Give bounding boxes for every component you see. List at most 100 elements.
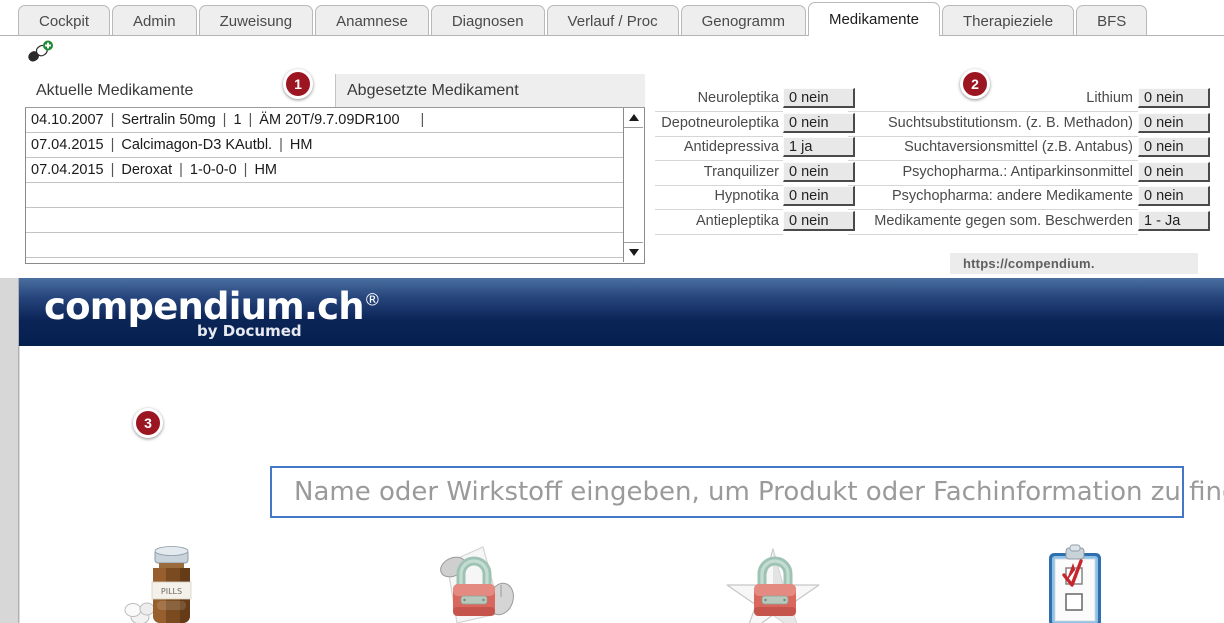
compendium-header: compendium.ch® by Documed [19,278,1224,346]
field-value[interactable]: 0 nein [783,161,855,182]
field-separator: | [110,137,115,153]
field-row: Lithium 0 nein [848,88,1210,113]
medication-row[interactable] [26,183,644,208]
main-tab-admin[interactable]: Admin [112,5,197,36]
field-row: Suchtaversionsmittel (z.B. Antabus) 0 nei… [848,137,1210,162]
triangle-down-icon [628,249,639,256]
field-row: Medikamente gegen som. Beschwerden 1 - Ja [848,210,1210,236]
field-value[interactable]: 0 nein [1138,137,1210,157]
annotation-badge-3: 3 [133,408,163,438]
field-value[interactable]: 1 ja [783,137,855,157]
field-label: Suchtaversionsmittel (z.B. Antabus) [848,137,1138,161]
search-placeholder: Name oder Wirkstoff eingeben, um Produkt… [294,477,1224,507]
shortcut-favoriten[interactable]: Favoriten [622,541,923,623]
medication-row[interactable]: 07.04.2015 | Deroxat | 1-0-0-0 | HM [26,158,644,183]
svg-text:PILLS: PILLS [160,587,181,596]
field-value[interactable]: 0 nein [783,210,855,231]
field-label: Antidepressiva [655,137,783,161]
field-separator [400,112,414,128]
main-tab-anamnese[interactable]: Anamnese [315,5,429,36]
scroll-down-button[interactable] [624,242,643,262]
tab-label: Abgesetzte Medikament [347,82,519,99]
main-tab-cockpit[interactable]: Cockpit [18,5,111,36]
compendium-browser-pane: compendium.ch® by Documed Name oder Wirk… [19,278,1224,623]
field-separator: | [248,112,253,128]
medication-name: Sertralin 50mg [121,112,216,128]
fields-column-right: Lithium 0 nein Suchtsubstitutionsm. (z. B.… [848,88,1210,235]
main-tab-diagnosen[interactable]: Diagnosen [430,5,545,36]
main-tab-medikamente[interactable]: Medikamente [807,2,941,36]
browser-left-gutter [0,278,19,623]
triangle-up-icon [628,114,639,121]
main-tab-genogramm[interactable]: Genogramm [680,5,806,36]
field-row: Depotneuroleptika 0 nein [655,112,855,138]
pill-plus-icon[interactable] [24,40,54,64]
clipboard-checklist-icon [1019,541,1129,623]
field-label: Suchtsubstitutionsm. (z. B. Methadon) [848,113,1138,137]
field-value[interactable]: 0 nein [1138,88,1210,108]
field-label: Medikamente gegen som. Beschwerden [848,211,1138,235]
medication-dose: 1 [233,112,242,128]
tab-abgesetzte-medikamente[interactable]: Abgesetzte Medikament [335,74,645,107]
field-value[interactable]: 0 nein [1138,161,1210,182]
main-tab-zuweisung[interactable]: Zuweisung [198,5,314,36]
field-value[interactable]: 0 nein [1138,186,1210,206]
field-value[interactable]: 0 nein [783,112,855,133]
medication-list[interactable]: 04.10.2007 | Sertralin 50mg | 1 | ÄM 20T/9.7.0… [25,108,645,264]
field-label: Lithium [848,88,1138,112]
shortcut-optionen[interactable]: Optionen [923,541,1224,623]
field-row: Tranquilizer 0 nein [655,161,855,187]
field-separator: | [222,112,227,128]
medication-trailing: | [420,112,425,128]
medication-dose: HM [289,137,313,153]
medication-date: 04.10.2007 [31,112,104,128]
field-row: Suchtsubstitutionsm. (z. B. Methadon) 0 n… [848,112,1210,138]
field-separator: | [243,162,248,178]
medication-note: HM [254,162,278,178]
medication-dose: 1-0-0-0 [189,162,237,178]
scroll-up-button[interactable] [624,108,643,128]
search-input[interactable]: Name oder Wirkstoff eingeben, um Produkt… [270,466,1224,518]
field-label: Tranquilizer [655,162,783,186]
field-separator: | [110,162,115,178]
main-tab-bfs[interactable]: BFS [1076,5,1148,36]
medication-date: 07.04.2015 [31,162,104,178]
tab-label: Aktuelle Medikamente [36,82,194,99]
medication-row[interactable] [26,233,644,258]
pill-bottle-icon: PILLS [116,541,226,623]
medication-toolbar [0,36,1224,64]
field-label: Antiepleptika [655,211,783,235]
main-tab-bar: Cockpit Admin Zuweisung Anamnese Diagnosen Ve… [0,0,1224,36]
medication-panel: Aktuelle Medikamente Abgesetzte Medikame… [25,74,645,264]
field-separator: | [179,162,183,178]
medication-date: 07.04.2015 [31,137,104,153]
field-value[interactable]: 1 - Ja [1138,210,1210,231]
medication-list-scrollbar[interactable] [623,108,644,262]
field-row: Antidepressiva 1 ja [655,137,855,162]
field-value[interactable]: 0 nein [1138,112,1210,133]
field-value[interactable]: 0 nein [783,186,855,206]
medication-row[interactable]: 04.10.2007 | Sertralin 50mg | 1 | ÄM 20T/9.7.0… [26,108,644,133]
url-tooltip: https://compendium. [950,253,1198,274]
field-separator: | [110,112,115,128]
medication-row[interactable]: 07.04.2015 | Calcimagon-D3 KAutbl. | HM [26,133,644,158]
field-row: Hypnotika 0 nein [655,186,855,211]
compendium-body: Name oder Wirkstoff eingeben, um Produkt… [19,346,1224,623]
shortcut-identa[interactable]: PILLS Identa [20,541,321,623]
medication-row[interactable] [26,208,644,233]
field-label: Depotneuroleptika [655,113,783,137]
field-row: Antiepleptika 0 nein [655,210,855,236]
compendium-subtitle: by Documed [197,322,302,340]
field-label: Neuroleptika [655,88,783,112]
annotation-badge-2: 2 [960,69,990,99]
main-tab-therapieziele[interactable]: Therapieziele [942,5,1075,36]
shortcut-interaktionen[interactable]: Interaktionen [321,541,622,623]
field-separator: | [279,137,283,153]
field-label: Psychopharma.: Antiparkinsonmittel [848,162,1138,186]
padlock-mouse-icon [417,541,527,623]
main-tab-verlauf-proc[interactable]: Verlauf / Proc [546,5,679,36]
medication-name: Calcimagon-D3 KAutbl. [121,137,273,153]
medication-note: ÄM 20T/9.7.09DR100 [259,112,400,128]
medication-tabs: Aktuelle Medikamente Abgesetzte Medikame… [25,74,645,108]
field-value[interactable]: 0 nein [783,88,855,108]
